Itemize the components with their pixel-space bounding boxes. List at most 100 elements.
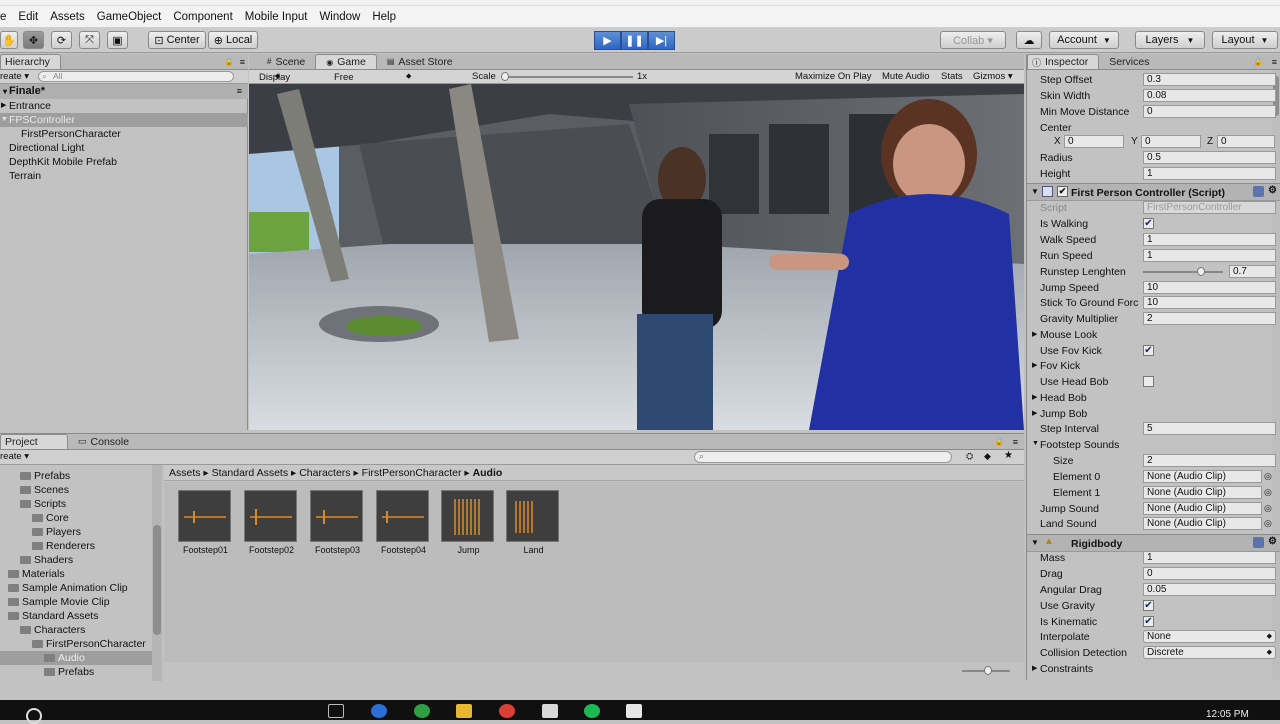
pause-button[interactable]: ❚❚ bbox=[621, 31, 648, 50]
collision-detection-dropdown[interactable]: Discrete ◆ bbox=[1143, 646, 1276, 659]
step-button[interactable]: ▶| bbox=[648, 31, 675, 50]
runstep-slider[interactable] bbox=[1143, 267, 1223, 276]
tree-item[interactable]: Shaders bbox=[0, 553, 152, 567]
foldout-arrow-icon[interactable]: ▼ bbox=[1031, 187, 1039, 196]
help-icon[interactable] bbox=[1253, 186, 1264, 197]
tree-item[interactable]: Prefabs bbox=[0, 665, 152, 679]
play-button[interactable]: ▶ bbox=[594, 31, 621, 50]
breadcrumb-characters[interactable]: Characters bbox=[299, 467, 350, 479]
use-head-bob-checkbox[interactable] bbox=[1143, 376, 1154, 387]
hierarchy-item-depthkit-prefab[interactable]: DepthKit Mobile Prefab bbox=[0, 155, 248, 169]
stats-toggle[interactable]: Stats bbox=[941, 71, 963, 82]
center-x-field[interactable]: 0 bbox=[1064, 135, 1124, 148]
hierarchy-item-fpscontroller[interactable]: ▼ FPSController bbox=[0, 113, 248, 127]
fov-kick-row[interactable]: ▶ Fov Kick bbox=[1027, 358, 1280, 374]
use-gravity-checkbox[interactable]: ✔ bbox=[1143, 600, 1154, 611]
jump-bob-row[interactable]: ▶ Jump Bob bbox=[1027, 406, 1280, 422]
menu-window[interactable]: Window bbox=[313, 11, 366, 23]
element-1-field[interactable]: None (Audio Clip) bbox=[1143, 486, 1262, 499]
lock-icon[interactable]: 🔒 bbox=[224, 57, 234, 66]
asset-item[interactable]: Footstep03 bbox=[310, 490, 365, 555]
tree-item[interactable]: Sample Movie Clip bbox=[0, 595, 152, 609]
menu-mobile-input[interactable]: Mobile Input bbox=[239, 11, 314, 23]
gear-icon[interactable]: ⚙ bbox=[1268, 185, 1277, 196]
tree-item[interactable]: Scripts bbox=[0, 497, 152, 511]
interpolate-dropdown[interactable]: None ◆ bbox=[1143, 630, 1276, 643]
run-speed-field[interactable]: 1 bbox=[1143, 249, 1276, 262]
file-explorer-icon[interactable] bbox=[456, 704, 472, 718]
tab-project[interactable]: Project bbox=[0, 434, 68, 449]
game-viewport[interactable] bbox=[249, 84, 1024, 430]
lock-icon[interactable]: 🔒 bbox=[994, 437, 1004, 446]
breadcrumb-audio[interactable]: Audio bbox=[473, 467, 503, 479]
footstep-sounds-row[interactable]: ▼ Footstep Sounds bbox=[1027, 437, 1280, 453]
tree-item[interactable]: Materials bbox=[0, 567, 152, 581]
spotify-icon[interactable] bbox=[584, 704, 600, 718]
asset-size-slider[interactable] bbox=[962, 666, 1010, 675]
angular-drag-field[interactable]: 0.05 bbox=[1143, 583, 1276, 596]
menu-assets[interactable]: Assets bbox=[44, 11, 91, 23]
tree-item[interactable]: FirstPersonCharacter bbox=[0, 637, 152, 651]
tree-item[interactable]: Characters bbox=[0, 623, 152, 637]
foldout-arrow-icon[interactable]: ▼ bbox=[1031, 538, 1039, 547]
hierarchy-item-terrain[interactable]: Terrain bbox=[0, 169, 248, 183]
min-move-distance-field[interactable]: 0 bbox=[1143, 105, 1276, 118]
pivot-local-button[interactable]: ⊕ Local bbox=[208, 31, 258, 49]
object-picker-icon[interactable]: ◎ bbox=[1264, 487, 1272, 498]
move-tool-button[interactable]: ✥ bbox=[23, 31, 44, 49]
mass-field[interactable]: 1 bbox=[1143, 551, 1276, 564]
tree-item[interactable]: Renderers bbox=[0, 539, 152, 553]
component-enabled-checkbox[interactable]: ✔ bbox=[1057, 186, 1068, 197]
stick-to-ground-field[interactable]: 10 bbox=[1143, 296, 1276, 309]
land-sound-field[interactable]: None (Audio Clip) bbox=[1143, 517, 1262, 530]
height-field[interactable]: 1 bbox=[1143, 167, 1276, 180]
taskbar-clock[interactable]: 12:05 PM bbox=[1206, 709, 1249, 720]
asset-item[interactable]: Footstep04 bbox=[376, 490, 431, 555]
tab-inspector[interactable]: ⓘ Inspector bbox=[1027, 54, 1100, 69]
hand-tool-button[interactable]: ✋ bbox=[0, 31, 18, 49]
element-0-field[interactable]: None (Audio Clip) bbox=[1143, 470, 1262, 483]
hierarchy-search-input[interactable]: ⌕ All bbox=[38, 71, 234, 82]
runstep-slider-thumb[interactable] bbox=[1197, 267, 1205, 276]
hierarchy-item-entrance[interactable]: ▶ Entrance bbox=[0, 99, 248, 113]
breadcrumb-standard-assets[interactable]: Standard Assets bbox=[212, 467, 288, 479]
center-z-field[interactable]: 0 bbox=[1217, 135, 1275, 148]
scale-slider-thumb[interactable] bbox=[501, 72, 509, 81]
use-fov-kick-checkbox[interactable]: ✔ bbox=[1143, 345, 1154, 356]
hierarchy-item-directional-light[interactable]: Directional Light bbox=[0, 141, 248, 155]
asset-item[interactable]: Footstep02 bbox=[244, 490, 299, 555]
help-icon[interactable] bbox=[1253, 537, 1264, 548]
scene-menu-icon[interactable]: ≡ bbox=[237, 84, 242, 99]
constraints-row[interactable]: ▶ Constraints bbox=[1027, 661, 1280, 677]
layers-button[interactable]: Layers ▼ bbox=[1135, 31, 1205, 49]
hierarchy-item-firstpersoncharacter[interactable]: FirstPersonCharacter bbox=[0, 127, 248, 141]
tab-scene[interactable]: # Scene bbox=[257, 54, 315, 69]
tree-item[interactable]: Prefabs bbox=[0, 469, 152, 483]
cloud-button[interactable]: ☁ bbox=[1016, 31, 1042, 49]
app-icon[interactable] bbox=[414, 704, 430, 718]
tab-asset-store[interactable]: ▤ Asset Store bbox=[377, 54, 463, 69]
menu-gameobject[interactable]: GameObject bbox=[91, 11, 168, 23]
mute-audio-toggle[interactable]: Mute Audio bbox=[882, 71, 930, 82]
tree-item[interactable]: Scenes bbox=[0, 483, 152, 497]
task-view-icon[interactable] bbox=[328, 704, 344, 718]
chrome-icon[interactable] bbox=[499, 704, 515, 718]
fpc-component-header[interactable]: ▼ ✔ First Person Controller (Script) ⚙ bbox=[1027, 183, 1280, 201]
object-picker-icon[interactable]: ◎ bbox=[1264, 503, 1272, 514]
tree-scrollbar[interactable] bbox=[152, 465, 162, 681]
size-field[interactable]: 2 bbox=[1143, 454, 1276, 467]
runstep-field[interactable]: 0.7 bbox=[1229, 265, 1276, 278]
lock-icon[interactable]: 🔒 bbox=[1253, 57, 1263, 66]
tab-services[interactable]: Services bbox=[1099, 54, 1159, 69]
panel-menu-icon[interactable]: ≡ bbox=[240, 57, 245, 67]
menu-component[interactable]: Component bbox=[167, 11, 238, 23]
tree-item[interactable]: Audio bbox=[0, 651, 152, 665]
hierarchy-create-button[interactable]: reate ▾ bbox=[0, 71, 29, 82]
scale-tool-button[interactable]: ⤧ bbox=[79, 31, 100, 49]
center-y-field[interactable]: 0 bbox=[1141, 135, 1201, 148]
project-search-input[interactable]: ⌕ bbox=[694, 451, 952, 463]
maximize-on-play-toggle[interactable]: Maximize On Play bbox=[795, 71, 872, 82]
edge-icon[interactable] bbox=[371, 704, 387, 718]
mouse-look-row[interactable]: ▶ Mouse Look bbox=[1027, 327, 1280, 343]
favorite-icon[interactable]: ★ bbox=[1004, 450, 1013, 461]
